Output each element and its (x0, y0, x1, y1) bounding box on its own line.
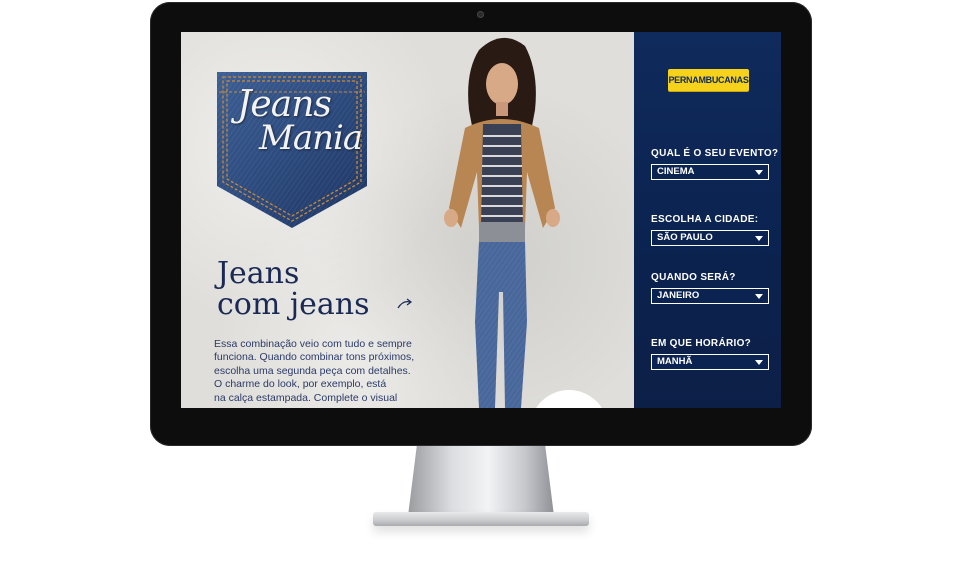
monitor-frame: Jeans Mania Jeans com jeans Essa combina… (150, 2, 812, 446)
city-label: ESCOLHA A CIDADE: (651, 214, 759, 225)
time-label: EM QUE HORÁRIO? (651, 338, 752, 349)
date-label: QUANDO SERÁ? (651, 272, 736, 283)
chevron-down-icon (755, 294, 763, 299)
webcam-icon (477, 11, 484, 18)
body-line: na calça estampada. Complete o visual (214, 391, 398, 404)
event-select[interactable]: CINEMA (651, 164, 769, 180)
date-value: JANEIRO (657, 290, 700, 301)
city-select[interactable]: SÃO PAULO (651, 230, 769, 246)
headline-line-2: com jeans (217, 287, 370, 322)
city-value: SÃO PAULO (657, 232, 713, 243)
event-sidebar: PERNAMBUCANAS QUAL É O SEU EVENTO? CINEM… (634, 32, 781, 408)
curved-arrow-icon (397, 298, 412, 309)
body-line: O charme do look, por exemplo, está (214, 378, 387, 391)
brand-name: PERNAMBUCANAS (668, 75, 749, 85)
body-line: Essa combinação veio com tudo e sempre (214, 338, 412, 350)
body-line: escolha uma segunda peça com detalhes. (214, 364, 411, 377)
date-select[interactable]: JANEIRO (651, 288, 769, 304)
chevron-down-icon (755, 360, 763, 365)
promo-headline: Jeans com jeans (217, 258, 370, 320)
promo-panel: Jeans Mania Jeans com jeans Essa combina… (181, 32, 634, 408)
time-select[interactable]: MANHÃ (651, 354, 769, 370)
monitor-stand-neck (408, 446, 554, 516)
logo-text-mania: Mania (259, 118, 363, 158)
event-label: QUAL É O SEU EVENTO? (651, 148, 779, 159)
monitor-stand-base (373, 512, 589, 526)
time-value: MANHÃ (657, 356, 693, 367)
model-photo (444, 37, 560, 408)
chevron-down-icon (755, 236, 763, 241)
promo-body-text: Essa combinação veio com tudo e sempre f… (214, 338, 434, 405)
headline-line-1: Jeans (217, 256, 300, 291)
chevron-down-icon (755, 170, 763, 175)
brand-logo[interactable]: PERNAMBUCANAS (668, 69, 749, 91)
website-screen: Jeans Mania Jeans com jeans Essa combina… (181, 32, 781, 408)
event-value: CINEMA (657, 166, 695, 177)
body-line: funciona. Quando combinar tons próximos, (214, 351, 415, 364)
